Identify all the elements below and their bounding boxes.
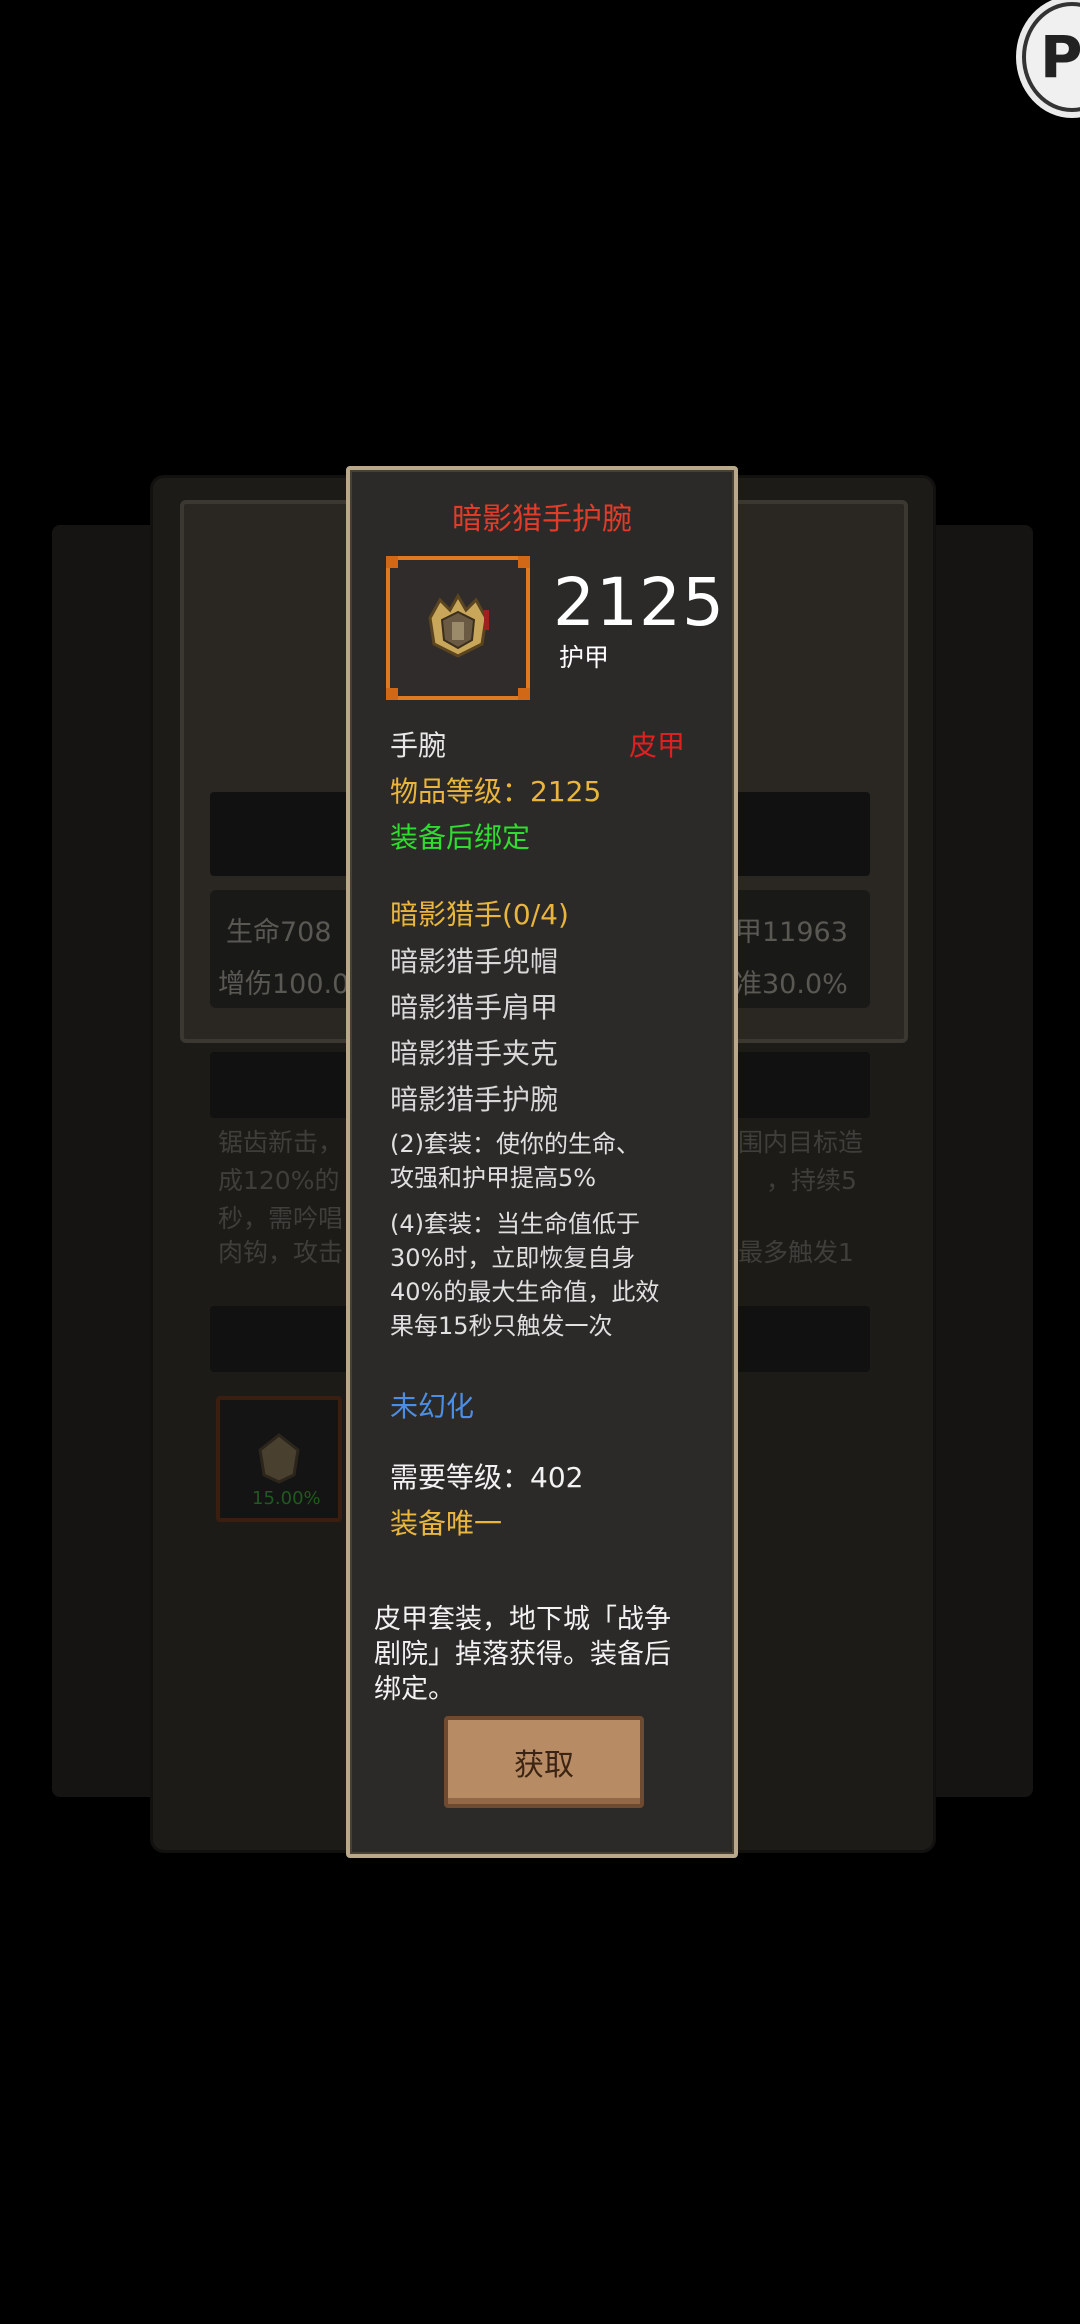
set-item: 暗影猎手兜帽 [390, 945, 559, 978]
background-skill-text: ，持续5 [766, 1166, 857, 1195]
set-bonus-line: 40%的最大生命值，此效 [390, 1278, 660, 1306]
slot-type: 手腕 [390, 729, 447, 762]
set-item: 暗影猎手夹克 [390, 1037, 559, 1070]
slot-corner [518, 556, 530, 568]
bracer-icon [428, 592, 489, 658]
slot-corner [386, 556, 398, 568]
required-level: 需要等级：402 [390, 1461, 584, 1494]
unique-equip: 装备唯一 [390, 1507, 503, 1540]
set-bonus-line: (2)套装：使你的生命、 [390, 1130, 640, 1158]
background-stat: 准30.0% [735, 969, 848, 1000]
background-skill-text: 秒，需吟唱 [218, 1204, 344, 1233]
set-bonus-4: (4)套装：当生命值低于 30%时，立即恢复自身 40%的最大生命值，此效 果每… [390, 1207, 659, 1343]
armor-label: 护甲 [559, 643, 610, 672]
armor-type: 皮甲 [629, 729, 686, 762]
set-bonus-line: 果每15秒只触发一次 [390, 1312, 613, 1340]
background-side-panel-left [52, 525, 162, 1797]
background-skill-text: 锯齿新击， [218, 1128, 344, 1157]
background-skill-text: 肉钩，攻击 [218, 1238, 344, 1267]
transmog-status: 未幻化 [390, 1390, 475, 1423]
item-description: 皮甲套装，地下城「战争 剧院」掉落获得。装备后 绑定。 [374, 1602, 671, 1707]
bind-status: 装备后绑定 [390, 821, 531, 854]
background-slot-percent: 15.00% [252, 1488, 321, 1509]
description-line: 绑定。 [374, 1674, 455, 1705]
set-bonus-line: (4)套装：当生命值低于 [390, 1210, 640, 1238]
set-item: 暗影猎手护腕 [390, 1083, 559, 1116]
get-button[interactable]: 获取 [444, 1716, 644, 1808]
description-line: 剧院」掉落获得。装备后 [374, 1639, 671, 1670]
set-item: 暗影猎手肩甲 [390, 991, 559, 1024]
set-bonus-line: 30%时，立即恢复自身 [390, 1244, 636, 1272]
item-level: 物品等级：2125 [390, 775, 602, 808]
set-name: 暗影猎手(0/4) [390, 898, 569, 931]
background-skill-text: 最多触发1 [738, 1238, 854, 1267]
background-stat: 甲11963 [735, 917, 848, 948]
set-bonus-line: 攻强和护甲提高5% [390, 1164, 597, 1192]
set-bonus-2: (2)套装：使你的生命、 攻强和护甲提高5% [390, 1127, 640, 1195]
armor-value: 2125 [553, 564, 725, 641]
item-icon-slot [386, 556, 530, 700]
background-skill-text: 成120%的 [218, 1166, 340, 1195]
description-line: 皮甲套装，地下城「战争 [374, 1604, 671, 1635]
background-skill-text: 围内目标造 [738, 1128, 864, 1157]
background-stat: 生命708 [226, 917, 332, 948]
item-title: 暗影猎手护腕 [452, 502, 632, 537]
floating-p-button[interactable]: P [1022, 2, 1080, 112]
slot-corner [518, 688, 530, 700]
slot-corner [386, 688, 398, 700]
background-stat: 增伤100.0 [218, 969, 350, 1000]
